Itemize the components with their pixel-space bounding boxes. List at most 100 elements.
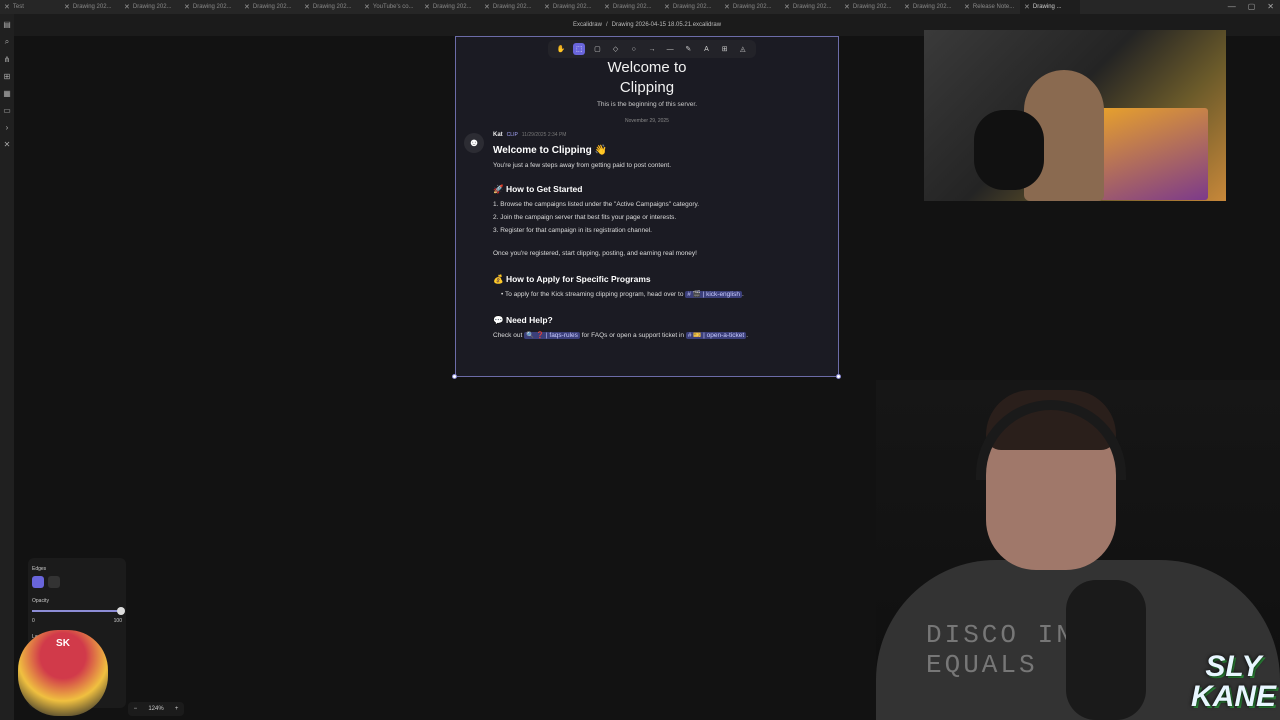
minimize-icon[interactable]: — <box>1228 2 1236 11</box>
tab-close-icon[interactable]: ✕ <box>604 3 610 11</box>
webcam-guest <box>924 30 1226 201</box>
canvas-icon[interactable]: ⊞ <box>4 72 11 81</box>
tool-button[interactable]: ✋ <box>555 43 567 55</box>
server-welcome-title: Welcome to Clipping <box>455 58 839 98</box>
author-name[interactable]: Kat <box>493 132 503 138</box>
browser-tab[interactable]: ✕ Drawing 202... <box>540 0 600 14</box>
left-ribbon: ▤ ⌕ ⋔ ⊞ ▦ ▭ › ✕ <box>0 14 14 720</box>
tool-button[interactable]: → <box>646 43 658 55</box>
message-body: Kat CLIP 11/29/2025 2:34 PM Welcome to C… <box>493 132 833 342</box>
tab-label: Drawing 202... <box>732 4 772 10</box>
edges-label: Edges <box>32 566 47 572</box>
maximize-icon[interactable]: ▢ <box>1248 2 1256 11</box>
excalidraw-icon[interactable]: ✕ <box>4 140 11 149</box>
zoom-controls: − 124% + <box>128 702 184 716</box>
browser-tab[interactable]: ✕ Test <box>0 0 60 14</box>
title-line-2: Clipping <box>619 79 675 96</box>
opacity-slider[interactable] <box>32 607 125 615</box>
tool-button[interactable]: ⊞ <box>719 43 731 55</box>
templates-icon[interactable]: ▭ <box>3 106 11 115</box>
tool-button[interactable]: ○ <box>628 43 640 55</box>
zoom-in-button[interactable]: + <box>175 706 179 712</box>
zoom-level[interactable]: 124% <box>148 706 163 712</box>
close-icon[interactable]: ✕ <box>1267 2 1274 11</box>
app-name: Excalidraw <box>572 22 602 28</box>
browser-tab[interactable]: ✕ Drawing 202... <box>60 0 120 14</box>
opacity-slider-knob[interactable] <box>117 607 125 615</box>
steps-list: 1. Browse the campaigns listed under the… <box>493 198 833 237</box>
author-avatar[interactable]: ☻ <box>464 133 484 153</box>
channel-mention-ticket[interactable]: # 🎫 | open-a-ticket <box>685 332 747 339</box>
guest-microphone <box>974 110 1044 190</box>
resize-handle-bottom-left[interactable] <box>452 374 457 379</box>
title-line-1: Welcome to <box>607 59 687 76</box>
tab-close-icon[interactable]: ✕ <box>304 3 310 11</box>
browser-tab[interactable]: ✕ Drawing 202... <box>300 0 360 14</box>
tool-button[interactable]: ◇ <box>610 43 622 55</box>
browser-tab[interactable]: ✕ Drawing 202... <box>900 0 960 14</box>
zoom-out-button[interactable]: − <box>134 706 138 712</box>
tab-label: Drawing 202... <box>432 4 472 10</box>
tab-close-icon[interactable]: ✕ <box>424 3 430 11</box>
browser-tab[interactable]: ✕ Release Note... <box>960 0 1020 14</box>
resize-handle-bottom-right[interactable] <box>836 374 841 379</box>
calendar-icon[interactable]: ▦ <box>3 89 11 98</box>
browser-tab[interactable]: ✕ Drawing ... <box>1020 0 1080 14</box>
help-prefix: Check out <box>493 332 523 339</box>
tool-button[interactable]: ⬚ <box>573 43 586 55</box>
step-item: 1. Browse the campaigns listed under the… <box>493 201 700 208</box>
tool-button[interactable]: A <box>700 43 712 55</box>
tab-close-icon[interactable]: ✕ <box>964 3 970 11</box>
tab-close-icon[interactable]: ✕ <box>364 3 370 11</box>
browser-tab[interactable]: ✕ Drawing 202... <box>420 0 480 14</box>
tool-button[interactable]: ▢ <box>591 43 603 55</box>
opacity-slider-fill <box>32 610 122 612</box>
browser-tab[interactable]: ✕ Drawing 202... <box>180 0 240 14</box>
browser-tab[interactable]: ✕ Drawing 202... <box>240 0 300 14</box>
author-tag: CLIP <box>506 132 518 138</box>
tool-button[interactable]: ◬ <box>737 43 749 55</box>
browser-tab[interactable]: ✕ Drawing 202... <box>840 0 900 14</box>
tab-close-icon[interactable]: ✕ <box>544 3 550 11</box>
search-icon[interactable]: ⌕ <box>5 37 9 47</box>
streamer-badge-overlay: SK <box>18 630 108 716</box>
graph-icon[interactable]: ⋔ <box>4 55 11 64</box>
tab-close-icon[interactable]: ✕ <box>904 3 910 11</box>
channel-mention-kick[interactable]: # 🎬 | kick-english <box>685 291 743 298</box>
tab-close-icon[interactable]: ✕ <box>1024 3 1030 11</box>
help-middle: for FAQs or open a support ticket in <box>581 332 684 339</box>
apply-text: To apply for the Kick streaming clipping… <box>504 291 684 298</box>
tab-close-icon[interactable]: ✕ <box>4 3 10 11</box>
excalidraw-toolbar: ✋ ⬚ ▢ ◇ ○ → — ✎ A ⊞ ◬ <box>548 40 756 58</box>
tab-close-icon[interactable]: ✕ <box>64 3 70 11</box>
browser-tab[interactable]: ✕ Drawing 202... <box>480 0 540 14</box>
step-item: 2. Join the campaign server that best fi… <box>493 214 677 221</box>
browser-tab[interactable]: ✕ Drawing 202... <box>660 0 720 14</box>
terminal-icon[interactable]: › <box>6 123 9 132</box>
tab-close-icon[interactable]: ✕ <box>844 3 850 11</box>
tab-close-icon[interactable]: ✕ <box>724 3 730 11</box>
shirt-line-1: DISCO IN <box>926 620 1075 650</box>
tab-close-icon[interactable]: ✕ <box>244 3 250 11</box>
browser-tab[interactable]: ✕ Drawing 202... <box>120 0 180 14</box>
shirt-line-2: EQUALS <box>926 650 1038 680</box>
tab-label: Test <box>12 4 24 10</box>
tab-label: Drawing 202... <box>672 4 712 10</box>
browser-tab[interactable]: ✕ Drawing 202... <box>780 0 840 14</box>
tab-close-icon[interactable]: ✕ <box>124 3 130 11</box>
browser-tab[interactable]: ✕ Drawing 202... <box>720 0 780 14</box>
edges-round-button[interactable] <box>48 576 60 588</box>
edges-sharp-button[interactable] <box>32 576 44 588</box>
tool-button[interactable]: ✎ <box>682 43 694 55</box>
tab-close-icon[interactable]: ✕ <box>664 3 670 11</box>
tab-close-icon[interactable]: ✕ <box>184 3 190 11</box>
tab-close-icon[interactable]: ✕ <box>484 3 490 11</box>
browser-tab[interactable]: ✕ YouTube's co... <box>360 0 420 14</box>
channel-mention-faqs[interactable]: 🔍 ❓ | faqs-rules <box>524 332 580 339</box>
files-icon[interactable]: ▤ <box>3 20 11 29</box>
tool-button[interactable]: — <box>664 43 676 55</box>
apply-heading: 💰 How to Apply for Specific Programs <box>493 274 651 284</box>
browser-tab[interactable]: ✕ Drawing 202... <box>600 0 660 14</box>
tab-close-icon[interactable]: ✕ <box>784 3 790 11</box>
tab-label: Drawing ... <box>1032 4 1062 10</box>
